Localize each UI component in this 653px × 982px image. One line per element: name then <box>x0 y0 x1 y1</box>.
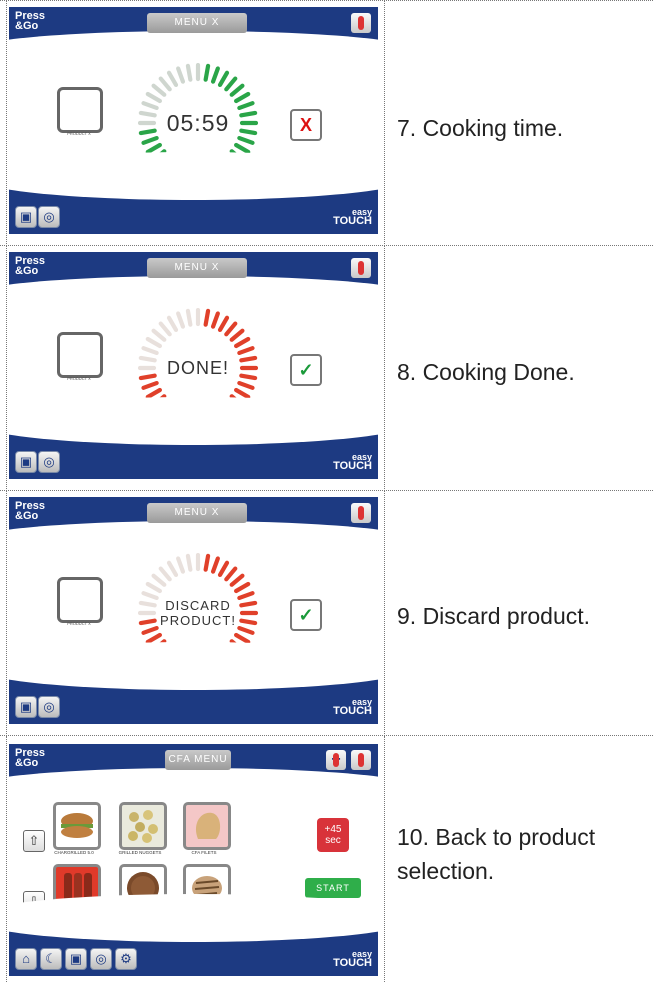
cooking-time-screen: Press &Go MENU X PRODUCT X 05:59 X ▣ ◎ ea… <box>9 7 378 234</box>
menu-button[interactable]: MENU X <box>147 13 247 33</box>
scroll-up-button[interactable]: ⇧ <box>23 830 45 852</box>
product-label: CHARGRILLED 5.0 <box>54 850 94 855</box>
easy-touch-logo: easy TOUCH <box>333 452 372 472</box>
footer-bar <box>9 152 378 234</box>
check-icon: ✓ <box>298 604 314 625</box>
step-7-row: Press &Go MENU X PRODUCT X 05:59 X ▣ ◎ ea… <box>0 0 653 244</box>
easy-touch-logo: easy TOUCH <box>333 949 372 969</box>
add-icon[interactable]: + <box>326 750 346 770</box>
easy-touch-logo: easy TOUCH <box>333 697 372 717</box>
globe-icon[interactable]: ◎ <box>38 696 60 718</box>
start-button[interactable]: START <box>305 878 361 898</box>
check-icon: ✓ <box>298 359 314 380</box>
easy-touch-logo: easy TOUCH <box>333 207 372 227</box>
lock-icon[interactable]: ▣ <box>65 948 87 970</box>
press-go-logo: Press &Go <box>15 747 45 769</box>
step-caption: 9. Discard product. <box>397 603 591 629</box>
menu-button[interactable]: MENU X <box>147 503 247 523</box>
filet-icon <box>195 812 221 839</box>
press-go-logo: Press &Go <box>15 255 45 277</box>
thermometer-icon[interactable] <box>351 503 371 523</box>
globe-icon[interactable]: ◎ <box>38 451 60 473</box>
nuggets-icon <box>128 810 158 843</box>
lock-icon[interactable]: ▣ <box>15 451 37 473</box>
product-label: PRODUCT X <box>67 376 91 381</box>
step-caption: 8. Cooking Done. <box>397 359 575 385</box>
product-label: PRODUCT X <box>67 621 91 626</box>
product-selection-screen: Press&Go CFA MENU + ⇧ ⇩ CHARGRILLED 5.0 … <box>9 744 378 976</box>
burger-icon <box>61 813 93 838</box>
thermometer-icon[interactable] <box>351 258 371 278</box>
discard-screen: Press &Go MENU X PRODUCT X DISCARD PRODUCT… <box>9 497 378 724</box>
thermometer-icon[interactable] <box>351 750 371 770</box>
product-slot[interactable] <box>57 577 103 623</box>
add-45-sec-button[interactable]: +45 sec <box>317 818 349 852</box>
product-slot[interactable] <box>57 87 103 133</box>
confirm-button[interactable]: ✓ <box>290 599 322 631</box>
moon-icon[interactable]: ☾ <box>40 948 62 970</box>
cancel-button[interactable]: X <box>290 109 322 141</box>
step-10-row: Press&Go CFA MENU + ⇧ ⇩ CHARGRILLED 5.0 … <box>0 735 653 982</box>
close-icon: X <box>299 114 312 135</box>
product-label: PRODUCT X <box>67 131 91 136</box>
step-9-row: Press &Go MENU X PRODUCT X DISCARD PRODUCT… <box>0 490 653 734</box>
footer-bar <box>9 397 378 479</box>
lock-icon[interactable]: ▣ <box>15 206 37 228</box>
product-label: CFA FILETS <box>191 850 217 855</box>
cooking-done-screen: Press &Go MENU X PRODUCT X DONE! ✓ ▣ ◎ ea… <box>9 252 378 479</box>
product-label: GRILLED NUGGETS <box>118 850 162 855</box>
press-go-logo: Press &Go <box>15 10 45 32</box>
press-go-logo: Press &Go <box>15 500 45 522</box>
settings-icon[interactable]: ⚙ <box>115 948 137 970</box>
menu-button[interactable]: CFA MENU <box>165 750 231 770</box>
product-tile-grilled-nuggets[interactable] <box>119 802 167 850</box>
product-tile-cfa-filets[interactable] <box>183 802 231 850</box>
menu-button[interactable]: MENU X <box>147 258 247 278</box>
step-caption: 10. Back to product selection. <box>397 824 596 884</box>
footer-bar <box>9 642 378 724</box>
home-icon[interactable]: ⌂ <box>15 948 37 970</box>
globe-icon[interactable]: ◎ <box>38 206 60 228</box>
step-8-row: Press &Go MENU X PRODUCT X DONE! ✓ ▣ ◎ ea… <box>0 245 653 489</box>
lock-icon[interactable]: ▣ <box>15 696 37 718</box>
step-caption: 7. Cooking time. <box>397 115 564 141</box>
globe-icon[interactable]: ◎ <box>90 948 112 970</box>
product-slot[interactable] <box>57 332 103 378</box>
product-tile-chargrilled[interactable] <box>53 802 101 850</box>
confirm-button[interactable]: ✓ <box>290 354 322 386</box>
thermometer-icon[interactable] <box>351 13 371 33</box>
